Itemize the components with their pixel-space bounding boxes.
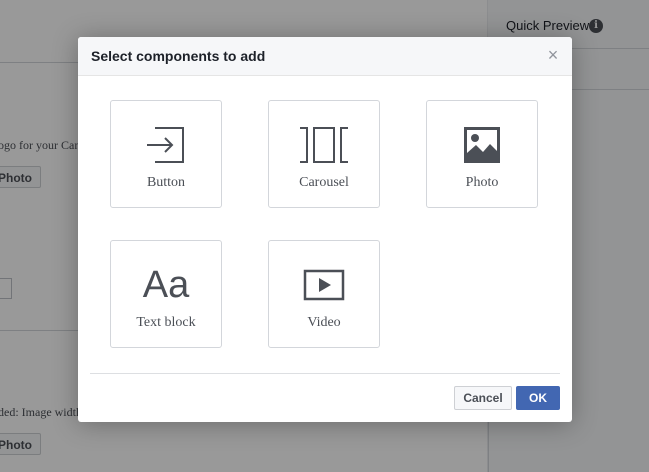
cancel-button[interactable]: Cancel	[454, 386, 512, 410]
text-block-glyph: Aa	[142, 264, 190, 306]
carousel-icon	[269, 125, 379, 165]
close-icon[interactable]: ×	[546, 46, 560, 64]
photo-icon	[427, 125, 537, 165]
text-block-icon: Aa	[111, 265, 221, 305]
select-components-dialog: Select components to add × Button Carous…	[78, 37, 572, 422]
component-tile-photo[interactable]: Photo	[426, 100, 538, 208]
component-tile-text-block[interactable]: Aa Text block	[110, 240, 222, 348]
component-label: Video	[307, 315, 341, 330]
component-label: Button	[146, 175, 186, 190]
enter-arrow-icon	[111, 125, 221, 165]
dialog-header: Select components to add ×	[78, 37, 572, 76]
dialog-footer-divider	[90, 373, 560, 374]
component-tile-carousel[interactable]: Carousel	[268, 100, 380, 208]
component-tile-button[interactable]: Button	[110, 100, 222, 208]
component-label: Carousel	[299, 175, 349, 190]
component-label: Photo	[465, 175, 499, 190]
video-play-icon	[269, 265, 379, 305]
component-label: Text block	[136, 315, 196, 330]
ok-button[interactable]: OK	[516, 386, 560, 410]
dialog-title: Select components to add	[91, 48, 266, 64]
component-tile-video[interactable]: Video	[268, 240, 380, 348]
